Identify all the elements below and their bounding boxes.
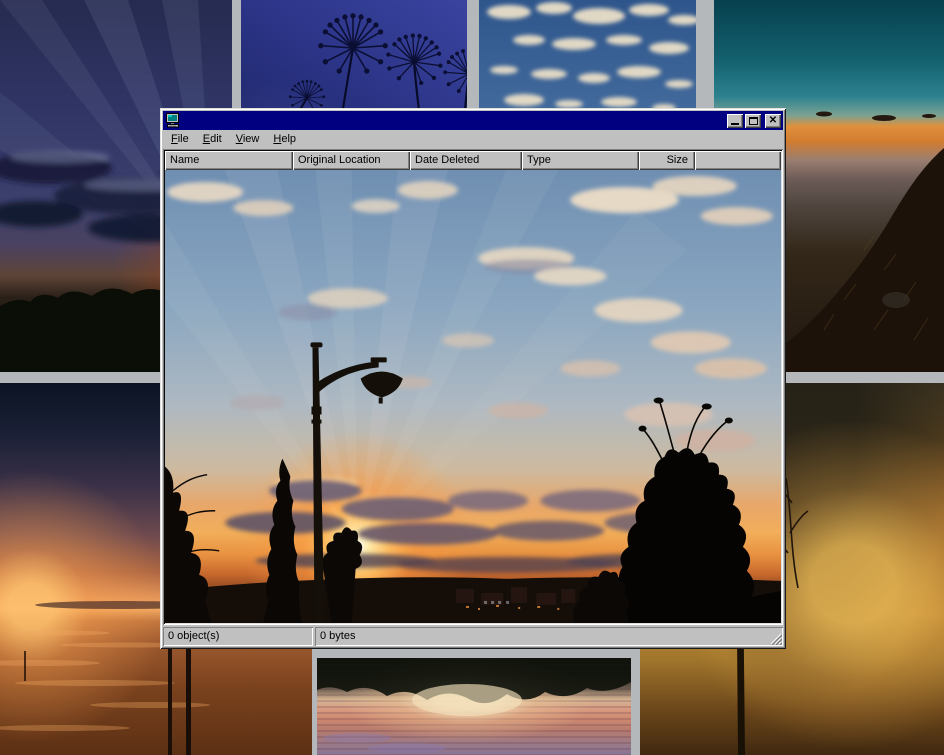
maximize-icon bbox=[749, 117, 758, 125]
column-header-type[interactable]: Type bbox=[522, 151, 639, 170]
close-button[interactable]: ✕ bbox=[765, 114, 781, 128]
menu-file[interactable]: File bbox=[164, 131, 196, 148]
column-header-original-location[interactable]: Original Location bbox=[293, 151, 410, 170]
resize-grip-icon[interactable] bbox=[769, 632, 782, 645]
status-bar: 0 object(s) 0 bytes bbox=[163, 627, 783, 646]
recycle-bin-window: ✕ File Edit View Help Name Original Loca… bbox=[160, 108, 786, 649]
column-header-name[interactable]: Name bbox=[165, 151, 293, 170]
status-objects: 0 object(s) bbox=[163, 627, 313, 646]
bg-photo-water-reflection bbox=[317, 658, 631, 755]
column-header-row: Name Original Location Date Deleted Type… bbox=[165, 151, 781, 170]
sunset-lamp-photo bbox=[165, 170, 781, 623]
close-icon: ✕ bbox=[769, 116, 777, 126]
menu-bar: File Edit View Help bbox=[163, 130, 783, 149]
menu-view[interactable]: View bbox=[229, 131, 267, 148]
column-header-date-deleted[interactable]: Date Deleted bbox=[410, 151, 522, 170]
list-view: Name Original Location Date Deleted Type… bbox=[163, 149, 783, 625]
computer-icon[interactable] bbox=[165, 113, 181, 128]
menu-help[interactable]: Help bbox=[266, 131, 303, 148]
minimize-icon bbox=[731, 123, 739, 125]
minimize-button[interactable] bbox=[727, 114, 743, 128]
maximize-button[interactable] bbox=[745, 114, 761, 128]
status-size: 0 bytes bbox=[315, 627, 783, 646]
column-header-blank[interactable] bbox=[695, 151, 781, 170]
column-header-size[interactable]: Size bbox=[639, 151, 695, 170]
menu-edit[interactable]: Edit bbox=[196, 131, 229, 148]
window-titlebar[interactable]: ✕ bbox=[163, 111, 783, 130]
